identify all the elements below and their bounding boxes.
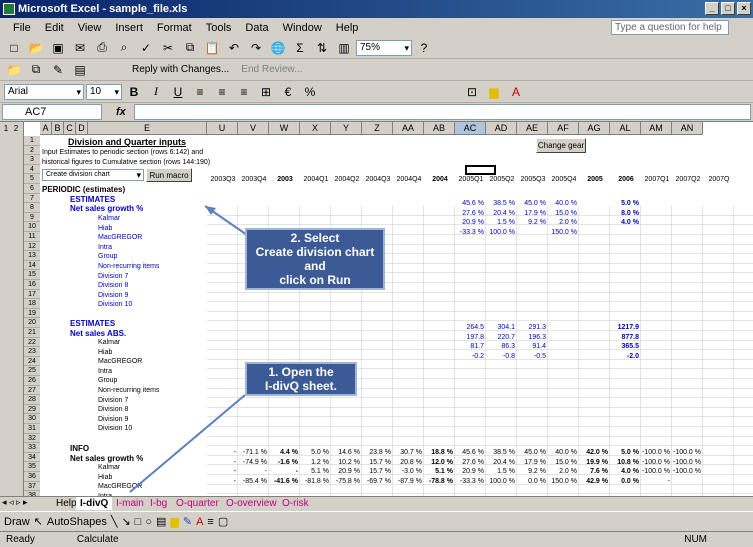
- end-review-button[interactable]: End Review...: [241, 64, 302, 75]
- window-title: Microsoft Excel - sample_file.xls: [18, 3, 188, 15]
- status-num: NUM: [684, 534, 707, 545]
- menu-file[interactable]: File: [6, 22, 38, 34]
- callout-2-line-4: click on Run: [279, 273, 351, 287]
- chart-icon[interactable]: ▥: [334, 39, 354, 57]
- hyperlink-icon[interactable]: 🌐: [268, 39, 288, 57]
- drawing-toolbar: Draw ↖ AutoShapes ╲ ↘ □ ○ ▤ ▆ ✎ A ≡ ▢: [0, 511, 753, 531]
- help-search-input[interactable]: Type a question for help: [611, 20, 729, 35]
- menu-data[interactable]: Data: [238, 22, 275, 34]
- align-left-icon[interactable]: ≡: [190, 83, 210, 101]
- cut-icon[interactable]: ✂: [158, 39, 178, 57]
- arrow-icon[interactable]: ↘: [121, 515, 130, 528]
- select-arrow-icon[interactable]: ↖: [34, 515, 43, 528]
- callout-1-line-1: 1. Open the: [268, 365, 334, 379]
- callout-2-line-3: and: [304, 259, 326, 273]
- status-calculate: Calculate: [76, 534, 119, 545]
- sort-icon[interactable]: ⇅: [312, 39, 332, 57]
- line-icon[interactable]: ╲: [111, 515, 118, 528]
- draw-menu[interactable]: Draw: [4, 516, 30, 528]
- menu-window[interactable]: Window: [276, 22, 329, 34]
- undo-icon[interactable]: ↶: [224, 39, 244, 57]
- tab-o-overview[interactable]: O-overview: [222, 497, 281, 510]
- callout-2-line-1: 2. Select: [290, 231, 340, 245]
- reply-with-changes-button[interactable]: Reply with Changes...: [132, 64, 229, 75]
- autoshapes-menu[interactable]: AutoShapes: [47, 516, 107, 528]
- close-button[interactable]: ×: [737, 2, 751, 15]
- new-icon[interactable]: □: [4, 39, 24, 57]
- save-icon[interactable]: ▣: [48, 39, 68, 57]
- line-color-icon[interactable]: ✎: [183, 515, 192, 528]
- track-icon[interactable]: ✎: [48, 61, 68, 79]
- worksheet[interactable]: 1 2 A B C D E U V W X Y Z AA AB AC AD AE AF AG AL AM AN…: [0, 122, 753, 496]
- menu-edit[interactable]: Edit: [38, 22, 71, 34]
- excel-icon: [3, 3, 15, 15]
- font-color-icon[interactable]: A: [506, 83, 526, 101]
- tab-i-bg[interactable]: I-bg: [146, 497, 171, 510]
- callout-1-line-2: I-divQ sheet.: [264, 379, 338, 393]
- tab-i-divq[interactable]: I-divQ: [76, 497, 113, 510]
- standard-toolbar: □ 📂 ▣ ✉ ⎙ ⌕ ✓ ✂ ⧉ 📋 ↶ ↷ 🌐 Σ ⇅ ▥ 75% ?: [0, 37, 753, 59]
- underline-icon[interactable]: U: [168, 83, 188, 101]
- compare-icon[interactable]: ▤: [70, 61, 90, 79]
- italic-icon[interactable]: I: [146, 83, 166, 101]
- textbox-icon[interactable]: ▤: [156, 515, 166, 528]
- callout-arrows: [129, 205, 251, 493]
- tab-o-quarter[interactable]: O-quarter: [172, 497, 223, 510]
- menu-insert[interactable]: Insert: [108, 22, 150, 34]
- status-ready: Ready: [6, 534, 35, 545]
- zoom-select[interactable]: 75%: [356, 39, 412, 56]
- align-right-icon[interactable]: ≡: [234, 83, 254, 101]
- rectangle-icon[interactable]: □: [135, 516, 142, 528]
- borders-icon[interactable]: ⊡: [462, 83, 482, 101]
- font-size-select[interactable]: 10: [86, 83, 122, 100]
- formula-input[interactable]: [133, 104, 751, 120]
- callout-step-2: 2. Select Create division chart and clic…: [245, 228, 385, 290]
- menu-view[interactable]: View: [71, 22, 109, 34]
- preview-icon[interactable]: ⌕: [114, 39, 134, 57]
- status-bar: Ready Calculate NUM: [0, 531, 753, 547]
- paste-icon[interactable]: 📋: [202, 39, 222, 57]
- menu-help[interactable]: Help: [329, 22, 366, 34]
- bold-icon[interactable]: B: [124, 83, 144, 101]
- copy-icon[interactable]: ⧉: [180, 39, 200, 57]
- help-icon[interactable]: ?: [414, 39, 434, 57]
- callout-2-line-2: Create division chart: [255, 245, 375, 259]
- open-icon[interactable]: 📂: [26, 39, 46, 57]
- menu-format[interactable]: Format: [150, 22, 199, 34]
- tab-o-risk[interactable]: O-risk: [278, 497, 313, 510]
- menu-tools[interactable]: Tools: [199, 22, 239, 34]
- tab-scroll-icon[interactable]: ◂ ◃ ▹ ▸: [2, 497, 28, 508]
- redo-icon[interactable]: ↷: [246, 39, 266, 57]
- font-select[interactable]: Arial: [4, 83, 84, 100]
- fill-icon[interactable]: ▆: [170, 515, 178, 528]
- currency-icon[interactable]: €: [278, 83, 298, 101]
- name-box[interactable]: AC7: [2, 104, 102, 120]
- merge-icon[interactable]: ⊞: [256, 83, 276, 101]
- formula-bar: AC7 fx: [0, 103, 753, 122]
- print-icon[interactable]: ⎙: [92, 39, 112, 57]
- spelling-icon[interactable]: ✓: [136, 39, 156, 57]
- formatting-toolbar: Arial 10 B I U ≡ ≡ ≡ ⊞ € % ⊡ ▆ A: [0, 81, 753, 103]
- percent-icon[interactable]: %: [300, 83, 320, 101]
- email-icon[interactable]: ✉: [70, 39, 90, 57]
- fx-icon[interactable]: fx: [116, 106, 126, 118]
- sheet-tabs: ◂ ◃ ▹ ▸ Help I-divQ I-main I-bg O-quarte…: [0, 496, 753, 510]
- autosum-icon[interactable]: Σ: [290, 39, 310, 57]
- tab-i-main[interactable]: I-main: [112, 497, 148, 510]
- align-center-icon[interactable]: ≡: [212, 83, 232, 101]
- callout-step-1: 1. Open the I-divQ sheet.: [245, 362, 357, 396]
- title-bar: Microsoft Excel - sample_file.xls _ □ ×: [0, 0, 753, 18]
- shared-icon[interactable]: ⧉: [26, 61, 46, 79]
- oval-icon[interactable]: ○: [145, 516, 152, 528]
- folder-icon[interactable]: 📁: [4, 61, 24, 79]
- minimize-button[interactable]: _: [705, 2, 719, 15]
- shadow-icon[interactable]: ▢: [218, 515, 228, 528]
- review-toolbar: 📁 ⧉ ✎ ▤ Reply with Changes... End Review…: [0, 59, 753, 81]
- maximize-button[interactable]: □: [721, 2, 735, 15]
- line-style-icon[interactable]: ≡: [207, 516, 213, 528]
- font-color-draw-icon[interactable]: A: [196, 516, 203, 528]
- fill-color-icon[interactable]: ▆: [484, 83, 504, 101]
